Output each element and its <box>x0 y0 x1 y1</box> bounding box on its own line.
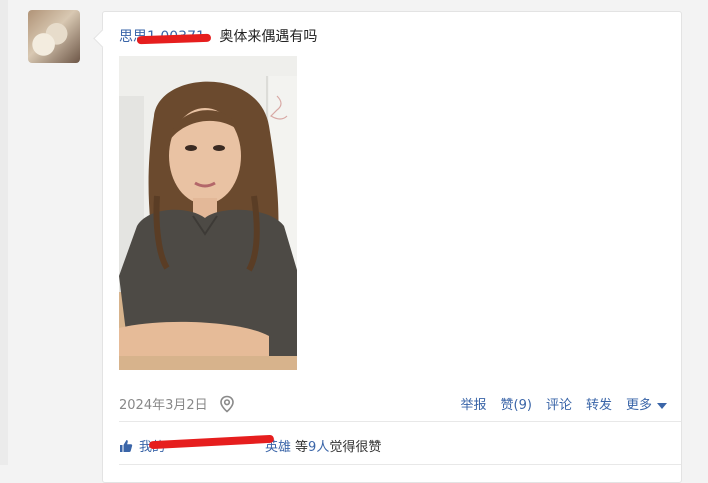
like-link[interactable]: 赞(9) <box>501 394 532 413</box>
post-text: 奥体来偶遇有吗 <box>219 29 318 45</box>
post-photo[interactable] <box>119 56 297 370</box>
post-header: 思思1 00371 奥体来偶遇有吗 <box>119 26 317 46</box>
likes-suffix: 觉得很赞 <box>329 440 382 455</box>
more-menu[interactable]: 更多 <box>626 394 667 413</box>
comment-link[interactable]: 评论 <box>546 394 572 413</box>
redaction-mark <box>148 434 275 450</box>
liker-link[interactable]: 我的英雄 <box>139 434 291 455</box>
username-link[interactable]: 思思1 00371 <box>119 29 205 45</box>
report-link[interactable]: 举报 <box>461 394 487 413</box>
likes-summary: 我的英雄 等 9人 觉得很赞 <box>119 434 382 455</box>
caret-down-icon <box>657 402 667 409</box>
post-meta: 2024年3月2日 <box>119 394 236 413</box>
post-card: 思思1 00371 奥体来偶遇有吗 2024年3月2日 举报 赞(9) 评论 转… <box>102 11 682 483</box>
location-pin-icon[interactable] <box>218 395 236 413</box>
post-actions: 举报 赞(9) 评论 转发 更多 <box>461 394 667 413</box>
post-date: 2024年3月2日 <box>119 398 208 413</box>
repost-link[interactable]: 转发 <box>586 394 612 413</box>
like-count-link[interactable]: 9人 <box>308 436 329 455</box>
likes-middle: 等 <box>295 440 309 455</box>
left-edge-strip <box>0 0 8 465</box>
portrait-drawing <box>119 56 297 370</box>
avatar[interactable] <box>28 10 80 63</box>
more-label: 更多 <box>625 398 652 413</box>
divider <box>119 421 681 422</box>
thumbs-up-icon <box>119 439 133 453</box>
